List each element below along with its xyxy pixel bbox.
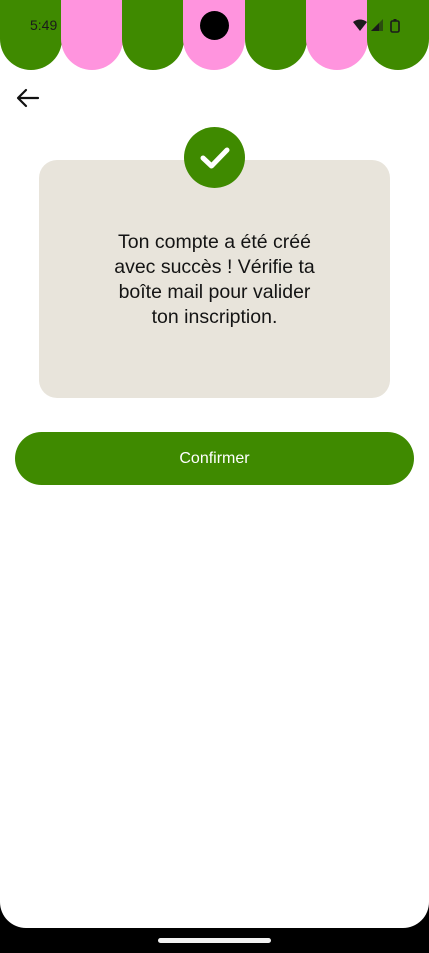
navigation-bar xyxy=(0,928,429,953)
message-line: boîte mail pour valider xyxy=(118,281,311,303)
signal-icon xyxy=(371,19,383,31)
success-message: Ton compte a été créé avec succès ! Véri… xyxy=(60,230,369,330)
arrow-left-icon xyxy=(16,88,40,108)
message-line: Ton compte a été créé xyxy=(118,231,311,253)
status-bar: 5:49 xyxy=(0,0,429,50)
success-badge xyxy=(184,127,245,188)
back-button[interactable] xyxy=(12,84,44,112)
screen: 5:49 Ton compte a été créé avec succès !… xyxy=(0,0,429,928)
system-icons xyxy=(352,18,404,34)
message-line: ton inscription. xyxy=(151,306,278,328)
wifi-icon xyxy=(353,19,367,31)
checkmark-icon xyxy=(200,147,229,168)
camera-cutout xyxy=(200,11,229,40)
status-time: 5:49 xyxy=(30,17,58,33)
message-line: avec succès ! Vérifie ta xyxy=(114,256,315,278)
home-indicator[interactable] xyxy=(158,938,271,943)
confirm-button[interactable]: Confirmer xyxy=(15,432,414,485)
battery-icon xyxy=(390,19,400,33)
